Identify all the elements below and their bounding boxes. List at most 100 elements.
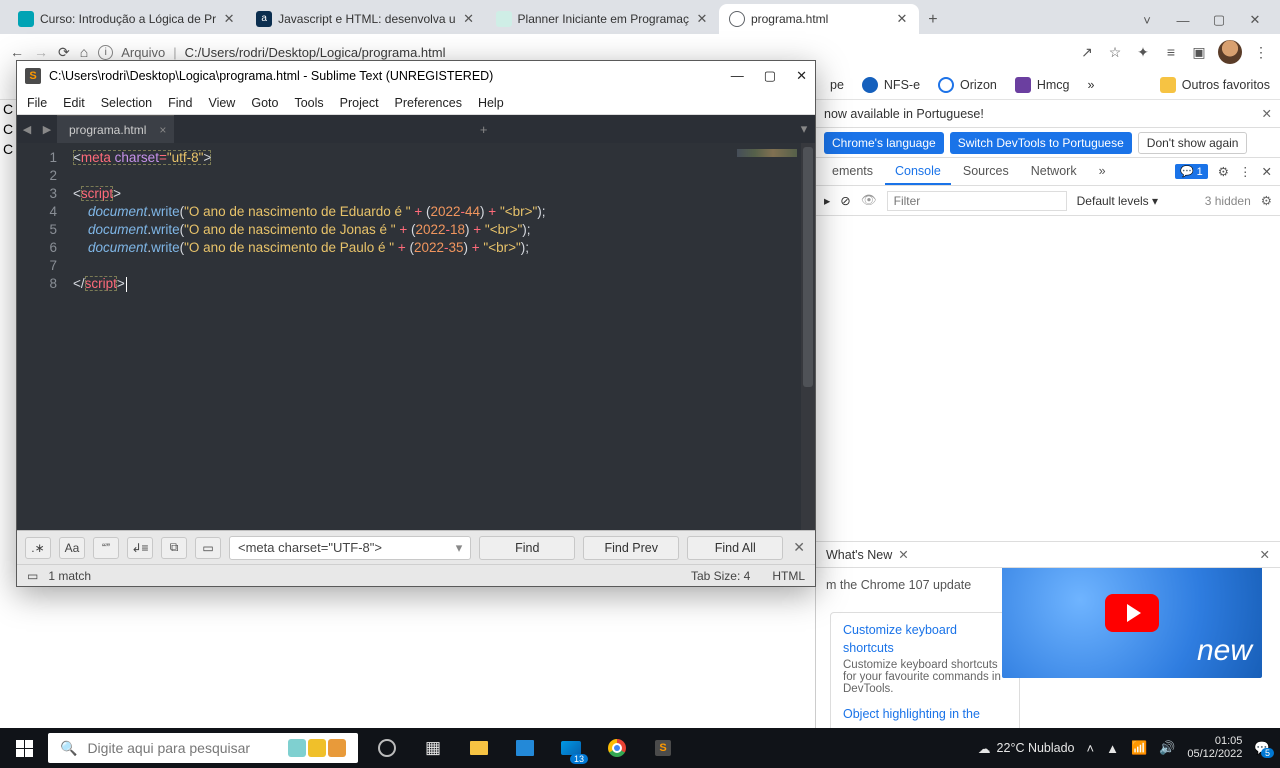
drawer-tab-whatsnew[interactable]: What's New [826,548,892,562]
wifi-icon[interactable]: 📶 [1131,740,1147,756]
new-tab-button[interactable]: + [919,6,947,34]
devtools-close-icon[interactable]: ✕ [1262,164,1272,179]
browser-tab-4[interactable]: programa.html ✕ [719,4,919,34]
gear-icon[interactable]: ⚙ [1218,164,1229,179]
tab-close-icon[interactable]: ✕ [222,12,236,26]
chrome-icon[interactable] [594,728,640,768]
bookmarks-overflow[interactable]: » [1088,78,1095,92]
whatsnew-card-shortcuts[interactable]: Customize keyboard shortcuts Customize k… [830,612,1020,728]
find-insel-toggle[interactable]: ⧉ [161,537,187,559]
dont-show-again-button[interactable]: Don't show again [1138,132,1248,154]
menu-project[interactable]: Project [340,96,379,110]
file-explorer-icon[interactable] [456,728,502,768]
status-tabsize[interactable]: Tab Size: 4 [691,569,750,583]
menu-view[interactable]: View [208,96,235,110]
find-button[interactable]: Find [479,536,575,560]
menu-preferences[interactable]: Preferences [395,96,462,110]
chevron-down-icon[interactable]: ˅ [1138,13,1156,28]
share-icon[interactable]: ↗ [1078,44,1096,61]
find-prev-button[interactable]: Find Prev [583,536,679,560]
card-link[interactable]: Customize keyboard [843,623,1007,637]
volume-icon[interactable]: 🔊 [1159,740,1175,756]
gear-icon[interactable]: ⚙ [1261,193,1272,208]
weather-widget[interactable]: ☁ 22°C Nublado [978,741,1074,756]
issues-badge[interactable]: 💬1 [1175,164,1208,179]
browser-tab-2[interactable]: a Javascript e HTML: desenvolva u ✕ [246,4,485,34]
tab-close-icon[interactable]: ✕ [695,12,709,26]
tab-network[interactable]: Network [1021,158,1087,185]
find-close-icon[interactable]: ✕ [791,539,807,556]
store-icon[interactable] [502,728,548,768]
maximize-button[interactable]: ▢ [1210,12,1228,28]
bookmark-orizon[interactable]: Orizon [938,77,997,93]
menu-selection[interactable]: Selection [101,96,152,110]
close-button[interactable]: ✕ [1246,12,1264,28]
extensions-icon[interactable]: ✦ [1134,44,1152,61]
tab-close-icon[interactable]: × [159,123,166,137]
whatsnew-video-thumb[interactable]: new [1002,568,1262,678]
onedrive-icon[interactable]: ▲ [1106,741,1119,756]
card-link[interactable]: Object highlighting in the [843,707,1007,721]
editor-area[interactable]: 12345678 <meta charset="utf-8"> <script>… [17,143,815,530]
tabs-overflow[interactable]: » [1089,158,1116,185]
status-panel-toggle[interactable]: ▭ [27,569,38,583]
sidepanel-icon[interactable]: ▣ [1190,44,1208,61]
console-context-icon[interactable]: ▸ [824,193,830,208]
minimize-button[interactable]: — [731,68,744,84]
status-language[interactable]: HTML [772,569,805,583]
editor-tab[interactable]: programa.html × [57,115,174,143]
profile-avatar[interactable] [1218,40,1242,64]
tab-sources[interactable]: Sources [953,158,1019,185]
banner-close-icon[interactable]: ✕ [1262,106,1272,121]
menu-find[interactable]: Find [168,96,192,110]
start-button[interactable] [0,728,48,768]
find-whole-toggle[interactable]: “” [93,537,119,559]
tab-elements[interactable]: ements [822,158,883,185]
minimap[interactable] [721,143,801,530]
menu-tools[interactable]: Tools [294,96,323,110]
back-button[interactable]: ← [10,44,24,60]
kebab-icon[interactable]: ⋮ [1239,164,1252,179]
editor-scrollbar[interactable] [801,143,815,530]
find-history-dropdown[interactable]: ▾ [456,540,463,556]
other-bookmarks[interactable]: Outros favoritos [1160,77,1270,93]
tab-nav-right-icon[interactable]: ▶ [37,115,57,143]
tab-close-icon[interactable]: ✕ [895,12,909,26]
switch-to-portuguese-button[interactable]: Switch DevTools to Portuguese [950,132,1132,154]
find-input[interactable]: <meta charset="UTF-8"> ▾ [229,536,471,560]
find-case-toggle[interactable]: Aa [59,537,85,559]
close-button[interactable]: ✕ [796,68,807,84]
reading-list-icon[interactable]: ≡ [1162,44,1180,60]
action-center-icon[interactable]: 💬5 [1254,741,1270,756]
taskbar-clock[interactable]: 01:0505/12/2022 [1187,735,1242,761]
play-icon[interactable] [1105,594,1159,632]
clear-console-icon[interactable]: ⊘ [840,193,850,208]
cortana-icon[interactable] [364,728,410,768]
bookmark-cut[interactable]: pe [830,78,844,92]
menu-goto[interactable]: Goto [251,96,278,110]
card-link[interactable]: shortcuts [843,641,1007,655]
sublime-icon[interactable]: S [640,728,686,768]
menu-help[interactable]: Help [478,96,504,110]
tab-close-icon[interactable]: ✕ [462,12,476,26]
find-regex-toggle[interactable]: .∗ [25,537,51,559]
star-icon[interactable]: ☆ [1106,44,1124,61]
console-body[interactable] [816,216,1280,541]
browser-tab-3[interactable]: Planner Iniciante em Programaç ✕ [486,4,719,34]
bookmark-hmcg[interactable]: Hmcg [1015,77,1070,93]
hidden-count[interactable]: 3 hidden [1205,194,1251,208]
tab-dropdown-icon[interactable]: ▾ [793,115,815,143]
browser-tab-1[interactable]: Curso: Introdução a Lógica de Pr ✕ [8,4,246,34]
address-bar[interactable]: i Arquivo | C:/Users/rodri/Desktop/Logic… [98,45,1068,60]
tab-console[interactable]: Console [885,158,951,185]
bookmark-nfse[interactable]: NFS-e [862,77,920,93]
drawer-tab-close-icon[interactable]: ✕ [898,547,908,562]
eye-icon[interactable]: 👁 [861,193,877,208]
tab-nav-left-icon[interactable]: ◀ [17,115,37,143]
reload-button[interactable]: ⟳ [58,44,70,61]
taskview-icon[interactable]: ▦ [410,728,456,768]
taskbar-search[interactable]: 🔍 Digite aqui para pesquisar [48,733,358,763]
menu-edit[interactable]: Edit [63,96,85,110]
forward-button[interactable]: → [34,44,48,60]
kebab-menu-icon[interactable]: ⋮ [1252,44,1270,61]
